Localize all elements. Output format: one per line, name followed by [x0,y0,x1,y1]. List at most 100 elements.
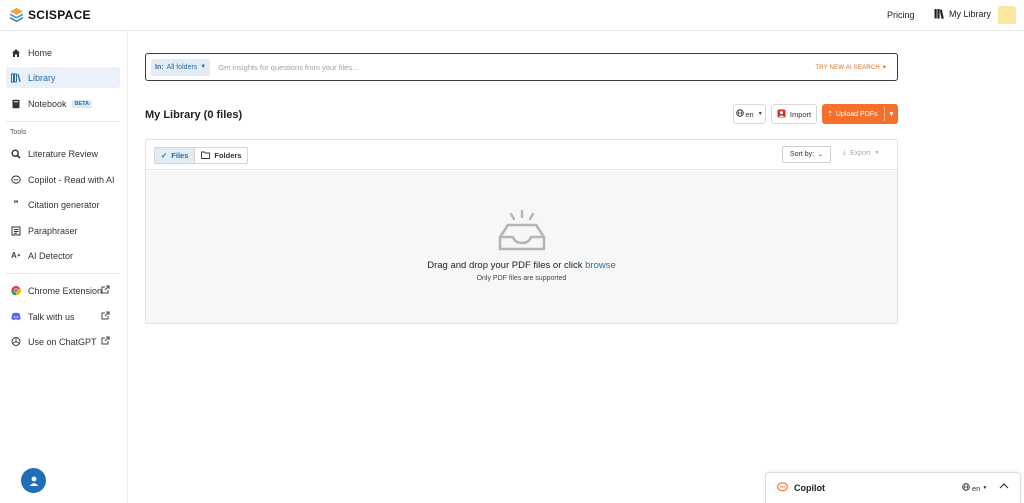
drop-instructions: Drag and drop your PDF files or click br… [146,260,897,271]
tab-folders-label: Folders [214,151,242,160]
import-icon [777,109,786,120]
copilot-icon [777,482,788,494]
view-toggle: ✓ Files Folders [154,147,249,164]
caret-down-icon: ▼ [200,64,207,70]
sidebar-item-label: Citation generator [28,199,100,210]
sidebar-item-talk-with-us[interactable]: Talk with us [6,306,120,327]
drop-subtext: Only PDF files are supported [476,275,567,282]
sort-by-label: Sort by: [789,151,815,158]
folder-icon [201,151,211,161]
sidebar-item-label: Paraphraser [28,225,78,236]
sidebar-item-citation-generator[interactable]: ❞ Citation generator [6,194,120,215]
check-icon: ✓ [161,151,168,160]
copilot-bar[interactable]: Copilot en ▼ [765,472,1021,503]
user-support-icon [29,476,38,486]
home-icon [11,48,21,58]
sidebar-divider [6,121,120,122]
discord-icon [11,312,21,322]
sidebar-item-label: Chrome Extension [28,285,103,296]
sidebar-item-chrome-extension[interactable]: Chrome Extension [6,280,120,301]
external-link-icon [101,311,110,322]
caret-down-icon: ▼ [982,485,988,491]
help-fab-button[interactable] [21,468,46,493]
files-panel-header: ✓ Files Folders Sort by: ⌄ ⤓ Export ▼ [146,140,897,170]
my-library-link[interactable]: My Library [934,8,991,19]
tab-files-label: Files [171,151,189,160]
sidebar-item-label: Copilot - Read with AI [28,174,115,185]
language-dropdown[interactable]: en ▼ [733,104,766,124]
my-library-label: My Library [949,8,992,19]
upload-icon: ⇡ [827,111,833,118]
chevron-up-icon[interactable] [999,481,1009,491]
sidebar-item-label: Home [28,47,53,58]
upload-pdfs-main[interactable]: ⇡ Upload PDFs [822,110,884,119]
beta-badge: BETA [71,99,93,108]
import-button[interactable]: Import [771,104,817,124]
tools-section-label: Tools [10,129,27,136]
copilot-language-value: en [972,483,981,493]
library-search-bar: In: All folders ▼ TRY NEW AI SEARCH ✦ [145,53,898,81]
try-ai-search-link[interactable]: TRY NEW AI SEARCH ✦ [815,64,887,71]
paraphrase-icon [11,226,21,236]
sidebar-item-label: Talk with us [28,311,75,322]
scope-prefix: In: [155,63,164,71]
external-link-icon [101,285,110,296]
scope-value: All folders [166,63,198,71]
sidebar-item-ai-detector[interactable]: A ✦ AI Detector [6,245,120,266]
caret-down-icon: ▼ [874,150,880,156]
page-title: My Library (0 files) [145,109,243,121]
chat-bubble-icon [11,175,21,185]
sidebar: Home Library Notebook BETA Tools Literat… [0,31,128,503]
sidebar-item-paraphraser[interactable]: Paraphraser [6,220,120,241]
sidebar-item-copilot[interactable]: Copilot - Read with AI [6,169,120,190]
drop-text: Drag and drop your PDF files or click [427,260,583,271]
try-ai-label: TRY NEW AI SEARCH [815,64,880,71]
chatgpt-icon [11,337,21,347]
external-link-icon [101,336,110,347]
notebook-icon [11,99,21,109]
user-avatar[interactable] [998,6,1016,24]
download-icon: ⤓ [843,149,847,156]
copilot-label: Copilot [794,483,825,493]
sidebar-item-label: Library [28,72,56,83]
tab-files[interactable]: ✓ Files [155,148,196,163]
library-icon [11,73,21,83]
sidebar-item-home[interactable]: Home [6,42,120,63]
drop-zone[interactable]: Drag and drop your PDF files or click br… [146,171,897,323]
brand-name: SCISPACE [28,8,91,22]
globe-icon [736,109,745,119]
sidebar-item-label: AI Detector [28,250,74,261]
sidebar-item-literature-review[interactable]: Literature Review [6,143,120,164]
brand-logo[interactable]: SCISPACE [10,8,91,22]
sort-by-dropdown[interactable]: Sort by: ⌄ [782,146,831,163]
sidebar-item-label: Literature Review [28,148,99,159]
upload-pdfs-button[interactable]: ⇡ Upload PDFs ▼ [822,104,898,124]
inbox-icon [498,209,546,251]
sidebar-item-library[interactable]: Library [6,67,120,88]
sidebar-item-label: Notebook [28,98,67,109]
browse-link[interactable]: browse [585,260,616,271]
sparkle-icon: ✦ [881,64,887,71]
export-label: Export [850,149,871,157]
books-icon [934,9,944,19]
ai-detector-icon: A ✦ [11,251,21,260]
sidebar-item-use-on-chatgpt[interactable]: Use on ChatGPT [6,331,120,352]
search-icon [11,148,21,159]
globe-icon [962,483,970,493]
chevron-down-icon: ⌄ [818,152,824,158]
search-input[interactable] [218,62,779,72]
folder-scope-dropdown[interactable]: In: All folders ▼ [151,58,211,76]
scispace-logo-icon [10,8,23,22]
top-header: SCISPACE Pricing My Library [0,0,1024,31]
export-button[interactable]: ⤓ Export ▼ [843,149,879,157]
pricing-link[interactable]: Pricing [887,10,915,20]
sidebar-item-label: Use on ChatGPT [28,336,97,347]
sidebar-divider [6,273,120,274]
chrome-icon [11,285,21,296]
tab-folders[interactable]: Folders [195,148,247,163]
quote-icon: ❞ [13,199,19,210]
upload-options-caret-icon[interactable]: ▼ [885,111,898,118]
copilot-language-dropdown[interactable]: en ▼ [962,483,987,493]
upload-label: Upload PDFs [835,110,878,118]
sidebar-item-notebook[interactable]: Notebook BETA [6,93,120,114]
